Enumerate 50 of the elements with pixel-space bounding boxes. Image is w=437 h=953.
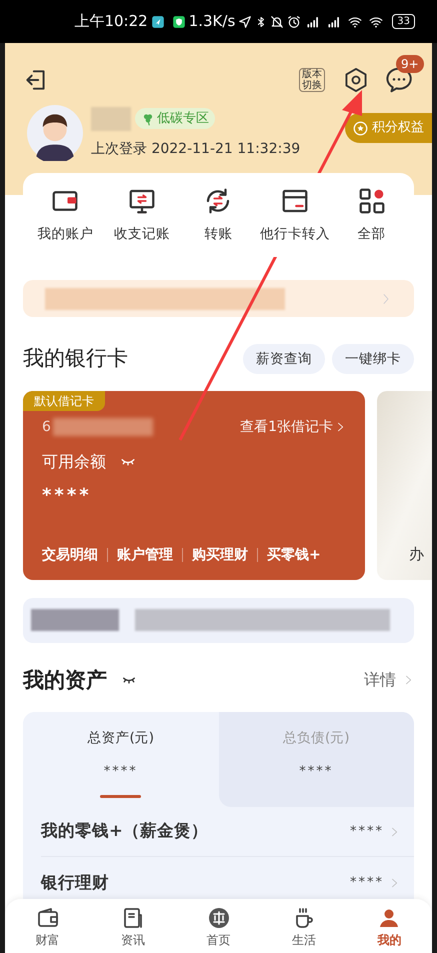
quick-action-button[interactable]: 他行卡转入: [257, 186, 334, 244]
debit-card[interactable]: 默认借记卡 6 查看1张借记卡 可用余额 **** 交易明细 账户管理 购买理财 买零钱+: [23, 390, 365, 580]
last-login-text: 上次登录 2022-11-21 11:32:39: [91, 140, 300, 158]
card-action-link[interactable]: 账户管理: [117, 544, 173, 566]
default-card-tag: 默认借记卡: [23, 390, 105, 410]
details-link[interactable]: 详情: [364, 668, 414, 692]
tab-bar-item[interactable]: 财富: [5, 899, 90, 953]
section-title: 我的银行卡: [23, 345, 129, 372]
pill-button[interactable]: 一键绑卡: [332, 344, 414, 374]
tab-bar-item[interactable]: 资讯: [90, 899, 176, 953]
balance-value: ****: [41, 484, 93, 508]
asset-row[interactable]: 我的零钱+（薪金煲） ****: [41, 807, 414, 857]
shield-icon: [172, 14, 186, 28]
version-switch-button[interactable]: 版本 切换: [299, 68, 325, 92]
asset-row[interactable]: 银行理财 ****: [41, 871, 414, 895]
pill-button[interactable]: 薪资查询: [243, 344, 325, 374]
wallet-icon: [36, 906, 60, 930]
balance-label: 可用余额: [42, 450, 106, 472]
app-icon: [150, 14, 165, 28]
star-badge-icon: [353, 120, 368, 136]
tab-bar-item[interactable]: 生活: [261, 899, 347, 953]
wifi-icon: [367, 14, 386, 28]
quick-action-button[interactable]: 转账: [180, 186, 256, 244]
clover-icon: [141, 112, 155, 126]
tab-bar-item[interactable]: 我的: [346, 899, 432, 953]
quick-action-button[interactable]: 收支记账: [104, 186, 180, 244]
tab-bar-item[interactable]: 首页: [176, 899, 262, 953]
asset-tab[interactable]: 总负债(元) ****: [218, 712, 414, 807]
card-action-link[interactable]: 交易明细: [42, 544, 98, 566]
location-icon: [238, 14, 252, 28]
battery-indicator: 33: [392, 14, 415, 29]
message-count-badge: 9+: [396, 55, 424, 73]
card-action-link[interactable]: 买零钱+: [267, 544, 321, 566]
mute-icon: [270, 14, 284, 28]
quick-action-button[interactable]: 我的账户: [27, 186, 104, 244]
quick-action-button[interactable]: 全部: [334, 186, 410, 244]
network-speed: 1.3K/s: [188, 11, 236, 32]
bank-logo-icon: [206, 906, 231, 930]
redacted-name: [91, 106, 131, 130]
card-number: 6: [42, 418, 51, 436]
grid-icon: [356, 186, 387, 216]
view-cards-link[interactable]: 查看1张借记卡: [240, 416, 346, 438]
section-title: 我的资产: [23, 666, 107, 694]
avatar: [27, 105, 83, 161]
next-card[interactable]: 办: [377, 390, 432, 580]
status-time: 上午10:22: [74, 11, 148, 32]
card-action-link[interactable]: 购买理财: [192, 544, 248, 566]
next-card-label: 办: [409, 544, 424, 565]
alarm-icon: [287, 14, 302, 28]
wifi-icon: [346, 14, 364, 28]
